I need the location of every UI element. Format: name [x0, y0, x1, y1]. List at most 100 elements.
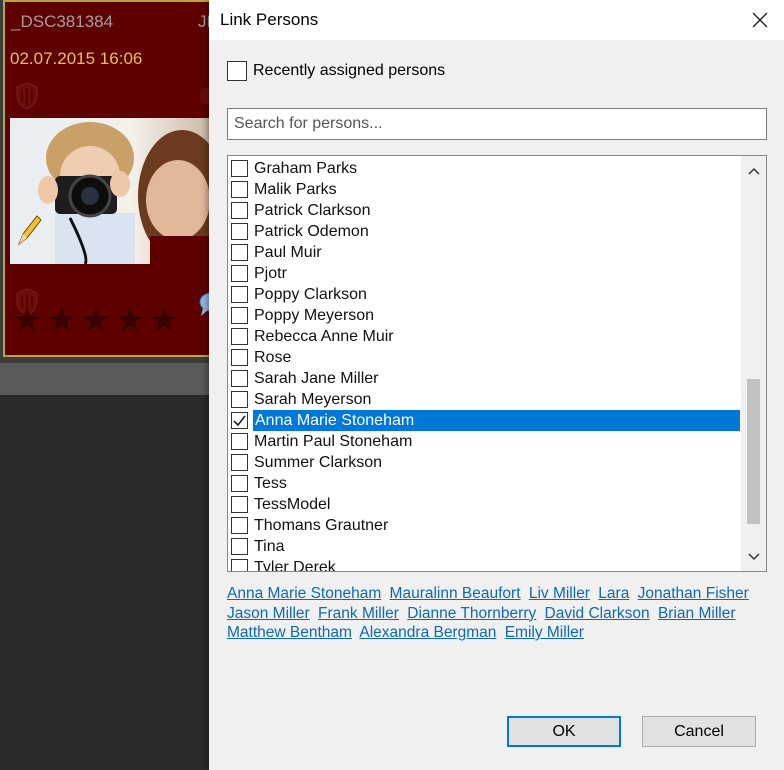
person-list-item[interactable]: Tyler Derek: [228, 557, 740, 572]
person-name: Patrick Odemon: [254, 223, 369, 240]
dialog-title: Link Persons: [220, 10, 319, 29]
scrollbar-thumb[interactable]: [747, 379, 760, 524]
person-list-item[interactable]: TessModel: [228, 494, 740, 515]
person-list-item[interactable]: Martin Paul Stoneham: [228, 431, 740, 452]
person-checkbox[interactable]: [231, 370, 248, 387]
recently-assigned-label: Recently assigned persons: [253, 62, 446, 79]
star-icon[interactable]: ★: [11, 302, 43, 338]
star-icon[interactable]: ★: [114, 302, 146, 338]
person-link[interactable]: Liv Miller: [529, 585, 590, 602]
person-checkbox[interactable]: [231, 559, 248, 571]
person-name: Poppy Clarkson: [254, 286, 367, 303]
checkmark-icon: [233, 415, 246, 427]
person-name: Tina: [254, 538, 285, 555]
person-checkbox[interactable]: [231, 307, 248, 324]
person-checkbox[interactable]: [231, 202, 248, 219]
person-checkbox[interactable]: [231, 160, 248, 177]
person-list-item[interactable]: Anna Marie Stoneham: [228, 410, 740, 431]
person-checkbox[interactable]: [231, 454, 248, 471]
person-name: Rebecca Anne Muir: [254, 328, 394, 345]
person-name: Tyler Derek: [254, 559, 336, 572]
person-name: Patrick Clarkson: [254, 202, 371, 219]
person-name: Sarah Meyerson: [254, 391, 372, 408]
person-link[interactable]: Frank Miller: [318, 605, 399, 622]
person-link[interactable]: Jonathan Fisher: [638, 585, 749, 602]
person-checkbox[interactable]: [231, 412, 248, 429]
person-list-item[interactable]: Paul Muir: [228, 242, 740, 263]
person-list-item[interactable]: Tina: [228, 536, 740, 557]
person-link[interactable]: Brian Miller: [658, 605, 736, 622]
person-list-item[interactable]: Tess: [228, 473, 740, 494]
recently-assigned-checkbox[interactable]: Recently assigned persons: [227, 61, 445, 81]
person-list-item[interactable]: Graham Parks: [228, 158, 740, 179]
scrollbar[interactable]: [741, 156, 766, 571]
person-link[interactable]: Mauralinn Beaufort: [390, 585, 521, 602]
person-checkbox[interactable]: [231, 328, 248, 345]
close-icon[interactable]: [746, 6, 774, 34]
person-name: Thomans Grautner: [254, 517, 389, 534]
person-name: Martin Paul Stoneham: [254, 433, 413, 450]
chevron-up-icon: [747, 167, 760, 175]
person-name: Pjotr: [254, 265, 287, 282]
star-icon[interactable]: ★: [80, 302, 112, 338]
person-list-item[interactable]: Summer Clarkson: [228, 452, 740, 473]
persons-listbox[interactable]: Graham Parks Malik Parks Patrick Clarkson P…: [227, 155, 767, 572]
person-checkbox[interactable]: [231, 244, 248, 261]
person-checkbox[interactable]: [231, 391, 248, 408]
person-link[interactable]: Alexandra Bergman: [359, 624, 496, 641]
scroll-up-button[interactable]: [741, 158, 766, 183]
person-list-item[interactable]: Sarah Meyerson: [228, 389, 740, 410]
person-name: Anna Marie Stoneham: [253, 410, 740, 431]
person-link[interactable]: Lara: [598, 585, 629, 602]
person-link[interactable]: David Clarkson: [545, 605, 650, 622]
person-checkbox[interactable]: [231, 433, 248, 450]
person-name: Sarah Jane Miller: [254, 370, 379, 387]
person-list-item[interactable]: Sarah Jane Miller: [228, 368, 740, 389]
person-checkbox[interactable]: [231, 223, 248, 240]
person-link[interactable]: Matthew Bentham: [227, 624, 352, 641]
person-list-item[interactable]: Thomans Grautner: [228, 515, 740, 536]
thumbnail-date: 02.07.2015 16:06: [10, 49, 143, 68]
person-link[interactable]: Dianne Thornberry: [407, 605, 536, 622]
person-checkbox[interactable]: [231, 265, 248, 282]
scroll-down-button[interactable]: [741, 544, 766, 569]
person-checkbox[interactable]: [231, 286, 248, 303]
recent-persons-links: Anna Marie Stoneham Mauralinn Beaufort L…: [227, 584, 772, 643]
person-list-item[interactable]: Poppy Clarkson: [228, 284, 740, 305]
person-list-item[interactable]: Rose: [228, 347, 740, 368]
ok-button[interactable]: OK: [507, 716, 621, 747]
person-checkbox[interactable]: [231, 517, 248, 534]
person-name: Tess: [254, 475, 287, 492]
person-checkbox[interactable]: [231, 538, 248, 555]
shield-icon: [16, 82, 38, 110]
person-name: Graham Parks: [254, 160, 358, 177]
photo-thumbnail-card[interactable]: _DSC381384 JF 02.07.2015 16:06 ★ ★ ★ ★ ★: [3, 0, 217, 357]
person-list-item[interactable]: Malik Parks: [228, 179, 740, 200]
thumbnail-filename: _DSC381384: [11, 12, 114, 31]
person-list-item[interactable]: Patrick Odemon: [228, 221, 740, 242]
recently-assigned-checkbox-box[interactable]: [227, 61, 247, 81]
chevron-down-icon: [747, 552, 760, 560]
pencil-icon[interactable]: [15, 212, 43, 248]
star-icon[interactable]: ★: [45, 302, 77, 338]
person-list-item[interactable]: Patrick Clarkson: [228, 200, 740, 221]
link-persons-dialog: Link Persons Recently assigned persons G…: [209, 0, 784, 770]
persons-list: Graham Parks Malik Parks Patrick Clarkson P…: [228, 158, 740, 572]
person-name: Rose: [254, 349, 292, 366]
dialog-titlebar[interactable]: Link Persons: [209, 0, 784, 40]
search-input[interactable]: [227, 108, 767, 140]
person-checkbox[interactable]: [231, 181, 248, 198]
cancel-button[interactable]: Cancel: [642, 716, 756, 747]
rating-stars[interactable]: ★ ★ ★ ★ ★: [11, 302, 180, 338]
star-icon[interactable]: ★: [148, 302, 180, 338]
shield-icon-partial: [200, 87, 209, 105]
person-list-item[interactable]: Pjotr: [228, 263, 740, 284]
person-link[interactable]: Anna Marie Stoneham: [227, 585, 381, 602]
person-checkbox[interactable]: [231, 496, 248, 513]
person-list-item[interactable]: Rebecca Anne Muir: [228, 326, 740, 347]
person-list-item[interactable]: Poppy Meyerson: [228, 305, 740, 326]
person-checkbox[interactable]: [231, 349, 248, 366]
person-checkbox[interactable]: [231, 475, 248, 492]
person-link[interactable]: Emily Miller: [505, 624, 584, 641]
person-link[interactable]: Jason Miller: [227, 605, 310, 622]
